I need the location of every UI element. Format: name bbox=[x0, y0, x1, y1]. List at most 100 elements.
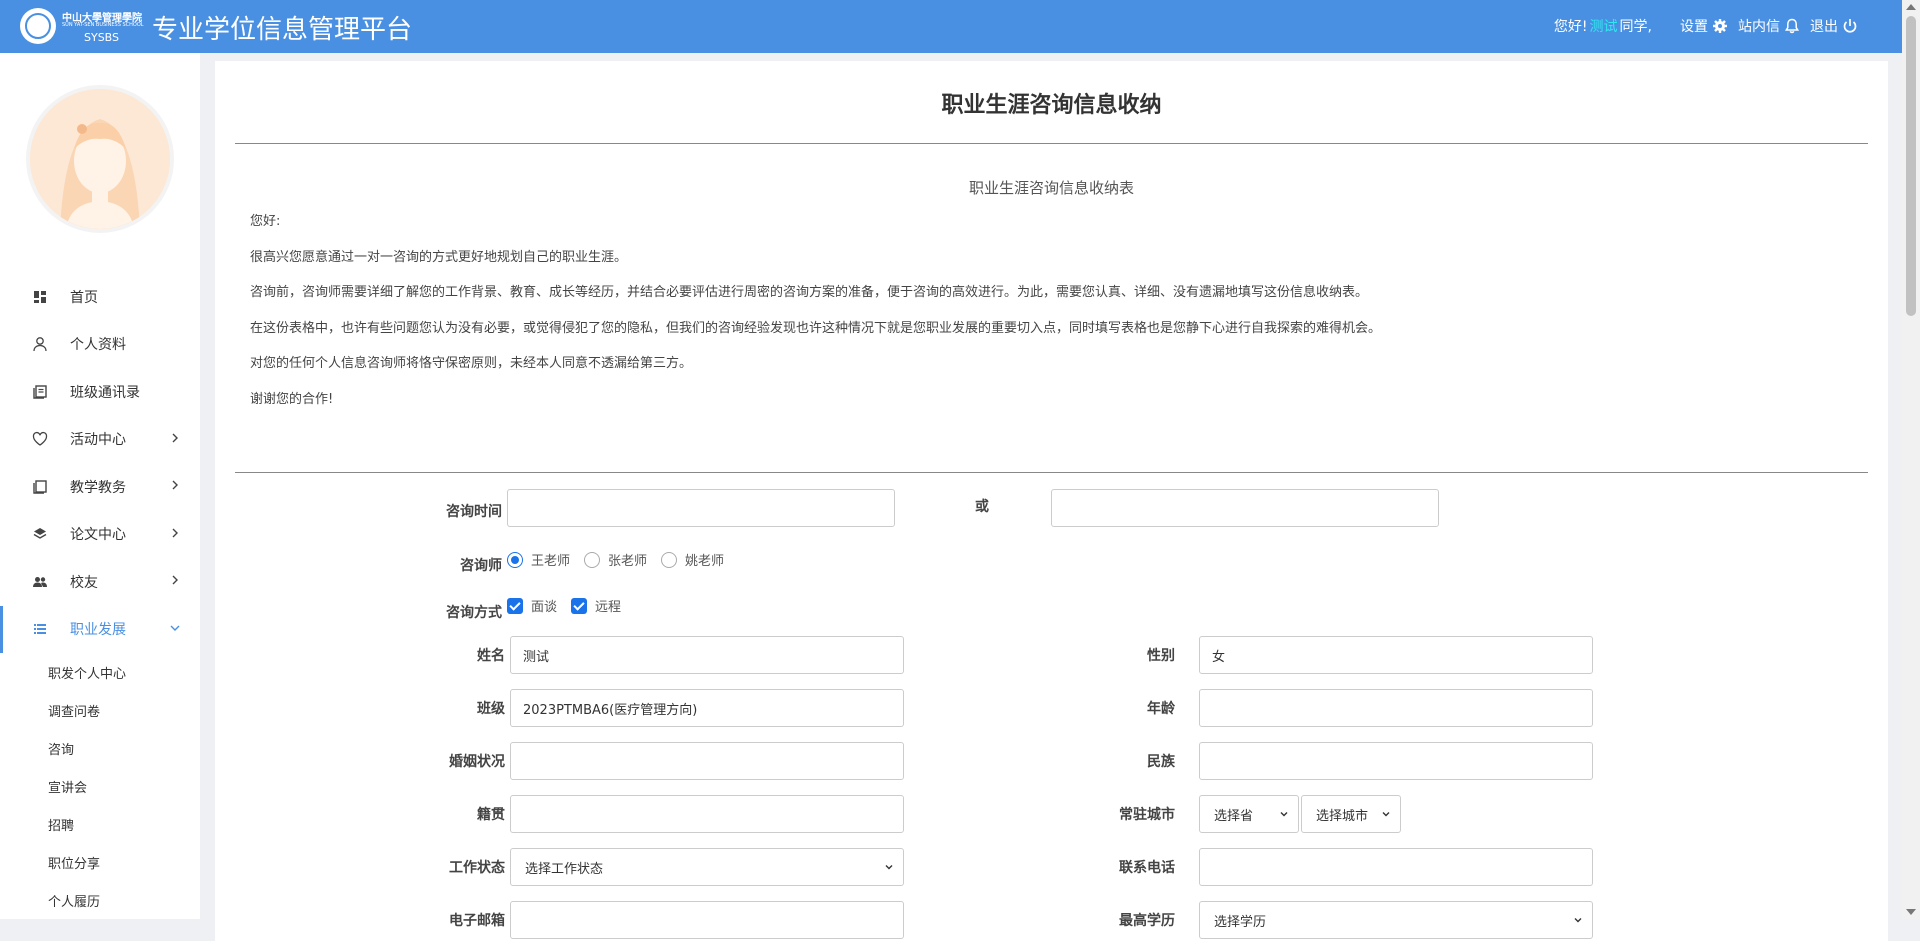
sidebar-item-home[interactable]: 首页 bbox=[0, 273, 200, 321]
sidebar-item-teaching-affairs[interactable]: 教学教务 bbox=[0, 463, 200, 511]
submenu-career-center[interactable]: 职发个人中心 bbox=[0, 653, 200, 691]
select-value: 选择城市 bbox=[1316, 808, 1369, 824]
consultant-radio-group: 王老师 张老师 姚老师 bbox=[507, 550, 738, 569]
logout-button[interactable]: 退出 bbox=[1810, 16, 1862, 36]
scroll-up-arrow-icon[interactable] bbox=[1906, 4, 1916, 10]
heart-icon bbox=[32, 432, 48, 447]
province-select[interactable]: 选择省 bbox=[1199, 795, 1299, 833]
submenu-resume[interactable]: 个人履历 bbox=[0, 881, 200, 919]
logout-label: 退出 bbox=[1810, 19, 1838, 35]
intro-text: 您好: 很高兴您愿意通过一对一咨询的方式更好地规划自己的职业生涯。 咨询前，咨询… bbox=[250, 213, 1850, 426]
greeting-prefix: 您好! bbox=[1553, 19, 1588, 35]
scroll-down-arrow-icon[interactable] bbox=[1906, 909, 1916, 915]
consult-time-input-2[interactable] bbox=[1051, 489, 1439, 527]
bell-icon bbox=[1784, 18, 1800, 34]
native-place-input[interactable] bbox=[510, 795, 904, 833]
consult-time-input-1[interactable] bbox=[507, 489, 895, 527]
settings-label: 设置 bbox=[1680, 19, 1708, 35]
work-status-label: 工作状态 bbox=[449, 860, 505, 876]
sidebar-item-label: 校友 bbox=[70, 574, 98, 591]
avatar[interactable] bbox=[26, 85, 174, 233]
consultant-label: 咨询师 bbox=[460, 558, 502, 574]
intro-paragraph: 很高兴您愿意通过一对一咨询的方式更好地规划自己的职业生涯。 bbox=[250, 249, 628, 265]
or-label: 或 bbox=[975, 499, 989, 515]
sidebar-item-class-contacts[interactable]: 班级通讯录 bbox=[0, 368, 200, 416]
settings-button[interactable]: 设置 bbox=[1680, 16, 1732, 36]
submenu-recruitment[interactable]: 招聘 bbox=[0, 805, 200, 843]
work-status-select[interactable]: 选择工作状态 bbox=[510, 848, 904, 886]
consult-time-label: 咨询时间 bbox=[446, 504, 502, 520]
phone-input[interactable] bbox=[1199, 848, 1593, 886]
gender-label: 性别 bbox=[1147, 648, 1175, 664]
name-input[interactable] bbox=[510, 636, 904, 674]
sidebar-item-thesis-center[interactable]: 论文中心 bbox=[0, 511, 200, 559]
marital-status-input[interactable] bbox=[510, 742, 904, 780]
top-header: 中山大學管理學院 SUN YAT-SEN BUSINESS SCHOOL SYS… bbox=[0, 0, 1902, 53]
chevron-down-icon bbox=[170, 625, 180, 631]
sidebar-item-label: 活动中心 bbox=[70, 432, 126, 449]
option-label: 张老师 bbox=[608, 554, 648, 569]
education-label: 最高学历 bbox=[1119, 913, 1175, 929]
sidebar-item-activity-center[interactable]: 活动中心 bbox=[0, 416, 200, 464]
consultant-option-wang[interactable]: 王老师 bbox=[507, 550, 570, 569]
chevron-right-icon bbox=[172, 433, 178, 442]
ethnicity-label: 民族 bbox=[1147, 754, 1175, 770]
ethnicity-input[interactable] bbox=[1199, 742, 1593, 780]
radio-unselected[interactable] bbox=[661, 551, 678, 568]
page-scrollbar[interactable] bbox=[1902, 0, 1920, 919]
sidebar-item-profile[interactable]: 个人资料 bbox=[0, 321, 200, 369]
contacts-book-icon bbox=[33, 385, 47, 399]
radio-selected[interactable] bbox=[507, 551, 523, 568]
scrollbar-thumb[interactable] bbox=[1906, 16, 1916, 316]
phone-label: 联系电话 bbox=[1119, 860, 1175, 876]
intro-paragraph: 对您的任何个人信息咨询师将恪守保密原则，未经本人同意不透漏给第三方。 bbox=[250, 356, 693, 371]
messages-button[interactable]: 站内信 bbox=[1738, 16, 1804, 36]
intro-paragraph: 在这份表格中，也许有些问题您认为没有必要，或觉得侵犯了您的隐私，但我们的咨询经验… bbox=[250, 320, 1382, 336]
consultant-option-yao[interactable]: 姚老师 bbox=[661, 550, 724, 569]
form-divider bbox=[235, 472, 1868, 473]
method-option-remote[interactable]: 远程 bbox=[571, 596, 621, 615]
sidebar: 首页 个人资料 班级通讯录 活动中心 教学教务 论文中心 校友 职业发展 职发个… bbox=[0, 53, 200, 919]
power-icon bbox=[1843, 19, 1857, 33]
sidebar-item-label: 班级通讯录 bbox=[70, 384, 140, 401]
chevron-down-icon bbox=[1280, 812, 1288, 817]
school-seal-icon bbox=[20, 8, 56, 44]
age-input[interactable] bbox=[1199, 689, 1593, 727]
sidebar-item-label: 职业发展 bbox=[70, 622, 126, 639]
checkbox-checked[interactable] bbox=[571, 597, 588, 614]
intro-paragraph: 您好: bbox=[250, 214, 281, 229]
submenu-consultation[interactable]: 咨询 bbox=[0, 729, 200, 767]
school-logo: 中山大學管理學院 SUN YAT-SEN BUSINESS SCHOOL SYS… bbox=[20, 6, 144, 46]
name-label: 姓名 bbox=[477, 648, 505, 664]
sidebar-item-career-development[interactable]: 职业发展 bbox=[0, 605, 200, 654]
main-panel: 职业生涯咨询信息收纳 职业生涯咨询信息收纳表 您好: 很高兴您愿意通过一对一咨询… bbox=[215, 61, 1888, 941]
intro-paragraph: 咨询前，咨询师需要详细了解您的工作背景、教育、成长等经历，并结合必要评估进行周密… bbox=[250, 285, 1369, 300]
resident-city-label: 常驻城市 bbox=[1119, 807, 1175, 823]
education-select[interactable]: 选择学历 bbox=[1199, 901, 1593, 939]
submenu-survey[interactable]: 调查问卷 bbox=[0, 691, 200, 729]
class-label: 班级 bbox=[477, 701, 505, 717]
career-submenu: 职发个人中心 调查问卷 咨询 宣讲会 招聘 职位分享 个人履历 bbox=[0, 653, 200, 919]
email-input[interactable] bbox=[510, 901, 904, 939]
email-label: 电子邮箱 bbox=[449, 913, 505, 929]
gear-icon bbox=[1713, 19, 1727, 33]
submenu-seminar[interactable]: 宣讲会 bbox=[0, 767, 200, 805]
platform-title: 专业学位信息管理平台 bbox=[152, 15, 413, 45]
greeting-suffix: 同学, bbox=[1619, 19, 1652, 35]
chevron-right-icon bbox=[172, 528, 178, 537]
city-select[interactable]: 选择城市 bbox=[1301, 795, 1401, 833]
method-option-in-person[interactable]: 面谈 bbox=[507, 596, 557, 615]
submenu-job-sharing[interactable]: 职位分享 bbox=[0, 843, 200, 881]
class-input[interactable] bbox=[510, 689, 904, 727]
option-label: 远程 bbox=[595, 600, 622, 615]
consultant-option-zhang[interactable]: 张老师 bbox=[584, 550, 647, 569]
gender-input[interactable] bbox=[1199, 636, 1593, 674]
user-name[interactable]: 测试 bbox=[1590, 16, 1618, 36]
sidebar-item-alumni[interactable]: 校友 bbox=[0, 558, 200, 606]
user-icon bbox=[33, 337, 47, 352]
radio-unselected[interactable] bbox=[584, 551, 601, 568]
option-label: 姚老师 bbox=[685, 554, 725, 569]
chevron-down-icon bbox=[1574, 918, 1582, 923]
checkbox-checked[interactable] bbox=[507, 597, 523, 614]
method-checkbox-group: 面谈 远程 bbox=[507, 596, 635, 615]
